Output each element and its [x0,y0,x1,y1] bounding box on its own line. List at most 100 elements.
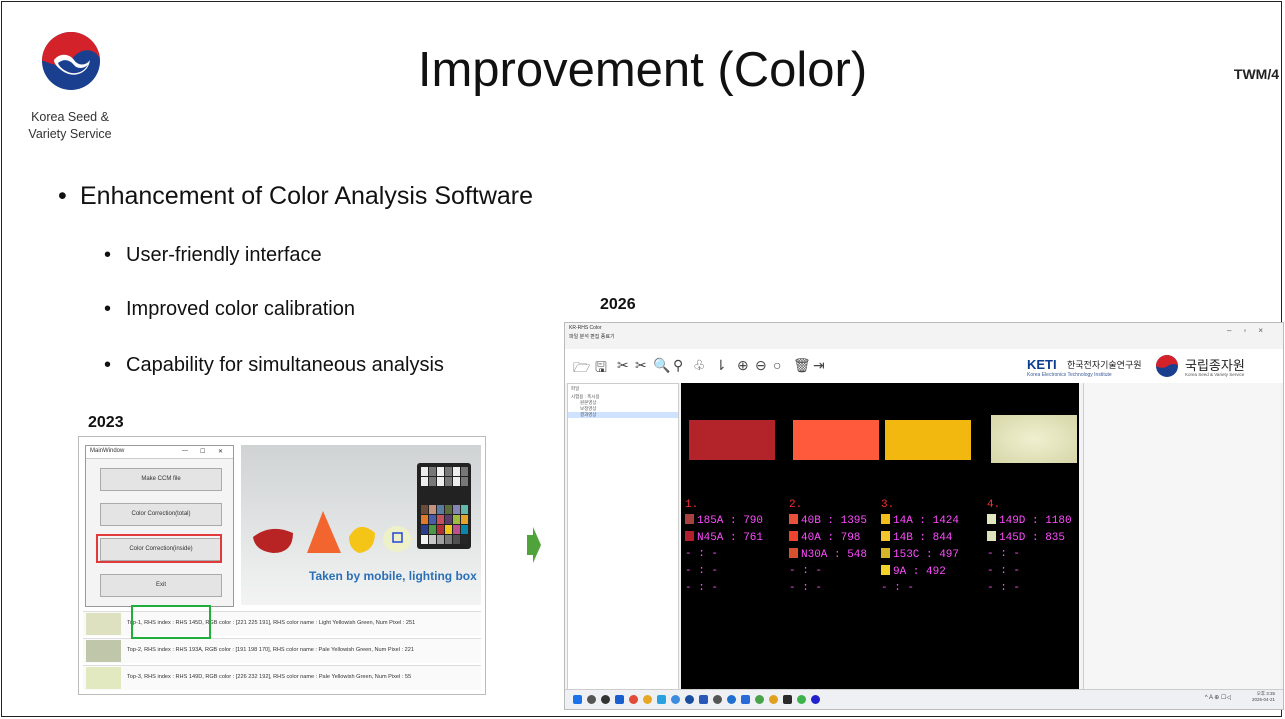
delete-icon[interactable]: 🗑 [793,357,811,374]
rhs-result: - : - [685,565,718,577]
taskbar-app-icon[interactable] [573,695,582,704]
rhs-swatch [685,531,694,541]
rhs-text: 40B : 1395 [801,515,868,527]
yellow-sample [349,526,375,553]
side-panel [1083,383,1280,690]
rhs-result: - : - [685,582,718,594]
rhs-result: N45A : 761 [685,531,763,544]
rhs-text: 14A : 1424 [893,515,960,527]
checker-cell [429,505,436,514]
analyze-icon[interactable]: ⚲ [673,357,683,374]
keti-name-kr: 한국전자기술연구원 [1067,360,1142,370]
clock: 오후 3:35 2026-04-21 [1252,691,1275,702]
taskbar-app-icon[interactable] [629,695,638,704]
org-line1: Korea Seed & [31,110,109,124]
checker-cell [421,515,428,524]
taskbar-app-icon[interactable] [643,695,652,704]
rhs-result: - : - [789,582,822,594]
year-label-new: 2026 [600,296,636,313]
photo-caption: Taken by mobile, lighting box [309,569,477,583]
rhs-result: - : - [881,582,914,594]
checker-cell [437,535,444,544]
rhs-swatch [789,548,798,558]
rhs-text: - : - [789,582,823,594]
exit-button[interactable]: Exit [100,574,222,597]
open-icon[interactable]: 🗁 [573,357,590,381]
rhs-text: 149D : 1180 [999,515,1072,527]
leaf-icon[interactable]: ♧ [693,357,706,374]
taskbar-app-icon[interactable] [601,695,610,704]
rhs-swatch [789,514,798,524]
checker-cell [445,515,452,524]
checker-cell [421,535,428,544]
rhs-result: - : - [685,548,718,560]
checker-cell [429,535,436,544]
sub-bullet-text: User-friendly interface [126,244,322,266]
rhs-result: 14B : 844 [881,531,952,544]
main-bullet: • Enhancement of Color Analysis Software [58,182,534,210]
checker-cell [461,535,468,544]
cut-all-icon[interactable]: ✂ [635,357,647,374]
taskbar-app-icon[interactable] [783,695,792,704]
maximize-icon[interactable]: ☐ [200,448,205,455]
rhs-swatch [881,565,890,575]
checker-cell [429,467,436,476]
make-ccm-button[interactable]: Make CCM file [100,468,222,491]
taskbar-app-icon[interactable] [699,695,708,704]
rhs-swatch [987,531,996,541]
sort-icon[interactable]: ⇂ [715,357,727,374]
arrow-right-icon [527,527,541,563]
taskbar: ^ A ⊕ ☐◁ 오후 3:35 2026-04-21 [565,689,1283,709]
window-title: MainWindow [90,448,125,454]
slide-title: Improvement (Color) [417,43,868,97]
tray-icons[interactable]: ^ A ⊕ ☐◁ [1205,694,1231,701]
taskbar-app-icon[interactable] [811,695,820,704]
rhs-result: - : - [987,548,1020,560]
checker-cell [421,477,428,486]
rhs-swatch [881,548,890,558]
sample-patch [885,420,971,460]
checker-cell [445,525,452,534]
taskbar-app-icon[interactable] [671,695,680,704]
rhs-result: 9A : 492 [881,565,946,578]
exit-icon[interactable]: ⇥ [813,357,825,374]
zoom-fit-icon[interactable]: ○ [773,357,781,373]
window-controls[interactable]: ‒◦× [1227,326,1275,335]
year-label-old: 2023 [88,414,124,431]
org-name: Korea Seed & Variety Service [10,109,130,143]
zoom-out-icon[interactable]: ⊖ [755,357,767,374]
taskbar-app-icon[interactable] [587,695,596,704]
taskbar-app-icon[interactable] [755,695,764,704]
result-row: Top-2, RHS index : RHS 193A, RGB color :… [83,638,481,663]
kss-logo-small [1156,355,1178,377]
section-number: 1. [685,499,699,511]
rhs-swatch [685,514,694,524]
sample-patch [689,420,775,460]
minimize-icon[interactable]: — [182,448,188,454]
zoom-in-icon[interactable]: ⊕ [737,357,749,374]
checker-cell [461,515,468,524]
taskbar-app-icon[interactable] [727,695,736,704]
kss-name-en: Korea Seed & Variety Service [1185,372,1245,377]
close-icon[interactable]: ✕ [218,448,223,455]
taskbar-app-icon[interactable] [615,695,624,704]
tree-item-selected[interactable]: 결과영상 [568,412,678,418]
color-correction-total-button[interactable]: Color Correction(total) [100,503,222,526]
taskbar-app-icon[interactable] [713,695,722,704]
sample-patch [793,420,879,460]
sub-bullet-text: Capability for simultaneous analysis [126,354,444,376]
taskbar-app-icon[interactable] [797,695,806,704]
cut-icon[interactable]: ✂ [617,357,629,374]
tree-item[interactable]: 파일 [568,384,678,394]
save-icon[interactable]: 🖫 [595,357,607,381]
rhs-text: - : - [789,565,823,577]
checker-cell [437,477,444,486]
taskbar-app-icon[interactable] [657,695,666,704]
search-icon[interactable]: 🔍 [653,357,670,374]
section-number: 3. [881,499,895,511]
taskbar-app-icon[interactable] [769,695,778,704]
taskbar-app-icon[interactable] [685,695,694,704]
taskbar-app-icon[interactable] [741,695,750,704]
app-window-title: KR-RHS Color [569,325,602,331]
app-menu[interactable]: 파일 분석 편집 종료기 [569,333,615,340]
